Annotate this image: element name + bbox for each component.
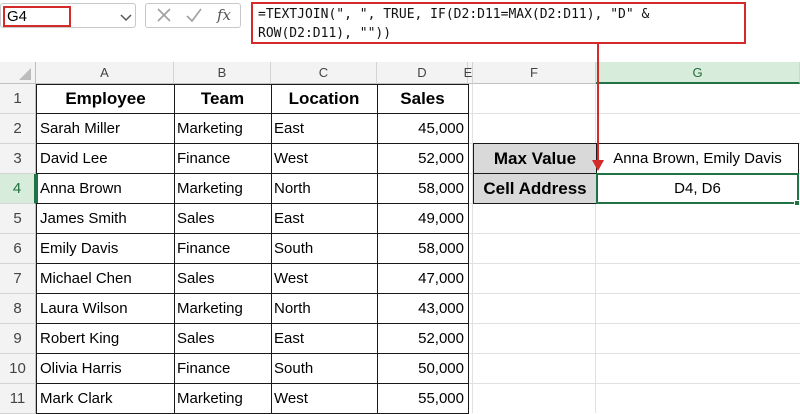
annotation-arrow-icon — [592, 44, 604, 171]
